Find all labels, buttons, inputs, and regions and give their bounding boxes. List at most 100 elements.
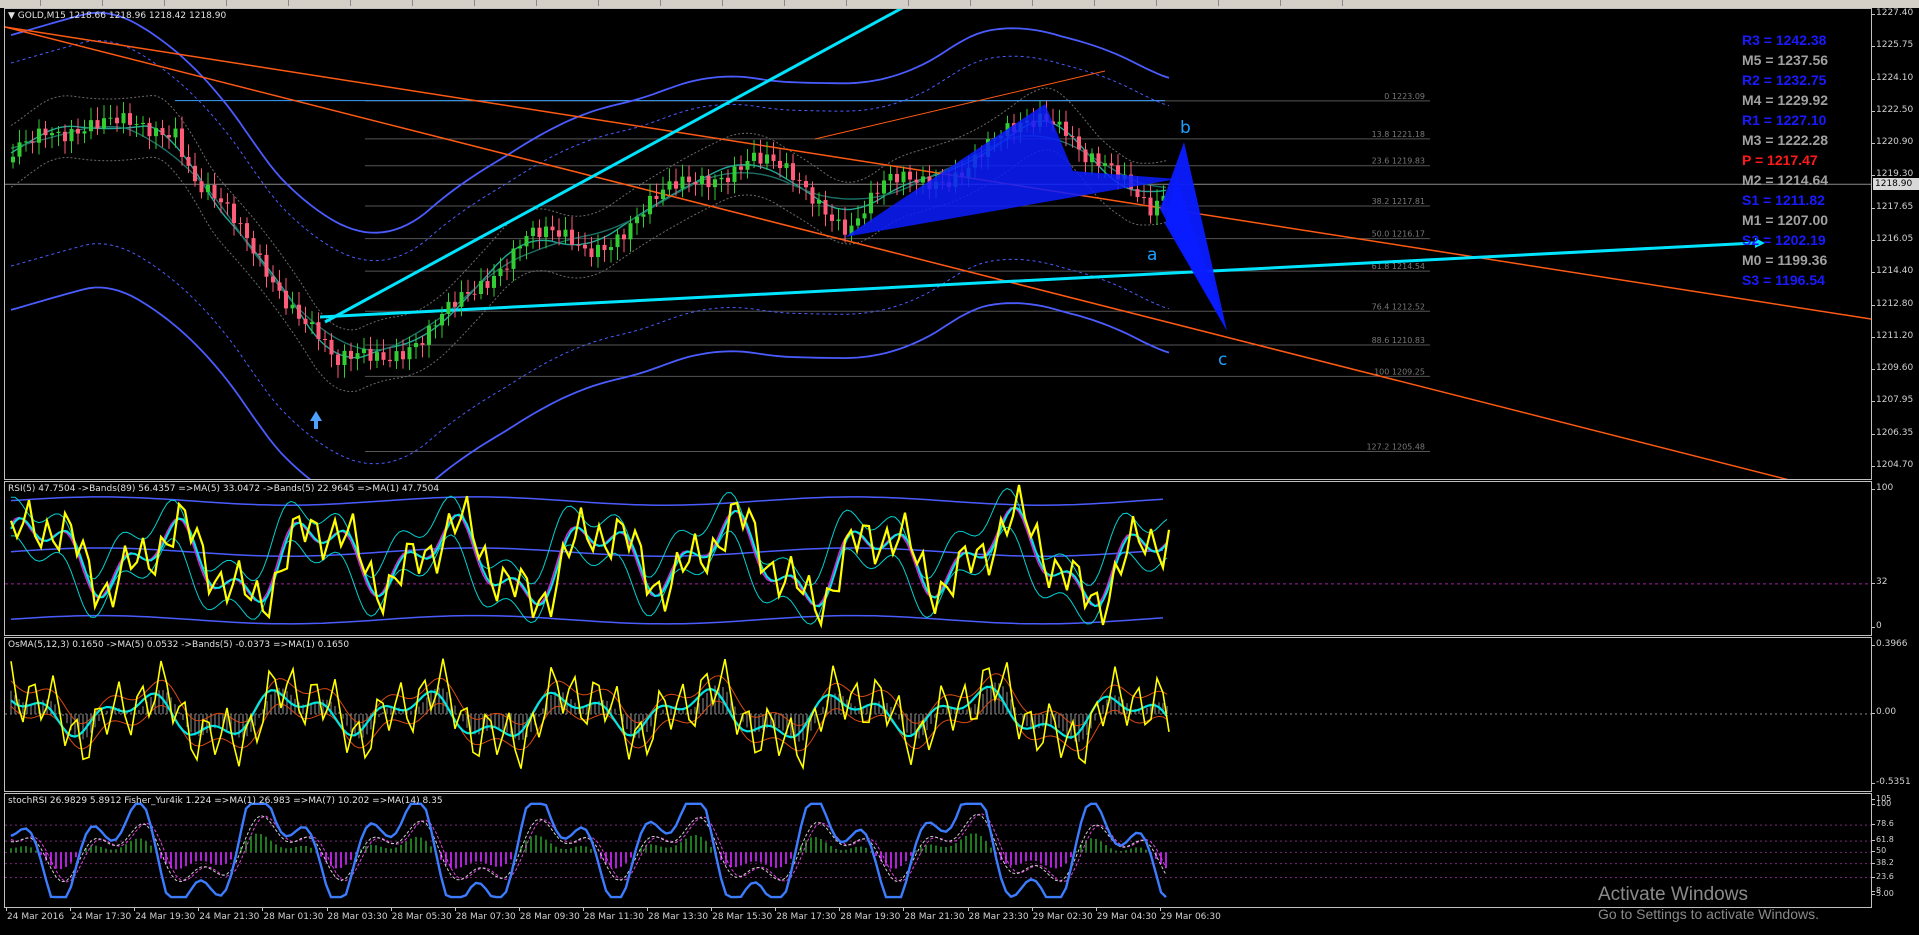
toolbar-tick [102, 0, 103, 6]
candle-body [69, 128, 74, 142]
candle-body [154, 128, 158, 137]
candle-body [1083, 149, 1088, 163]
candle-body [349, 350, 353, 359]
price-axis-label: 1225.75 [1876, 40, 1914, 51]
stochrsi-axis: 105 100 78.6 61.8 50 38.2 23.6 8 5.00 [1872, 793, 1919, 908]
candle-body [875, 192, 880, 194]
time-axis-label: 28 Mar 11:30 [583, 912, 644, 922]
candle-body [459, 292, 464, 307]
candle-body [381, 352, 386, 360]
time-axis-tick [518, 908, 520, 911]
fractal-up-arrow-icon [310, 411, 322, 429]
time-axis-label: 28 Mar 21:30 [904, 912, 965, 922]
stochrsi-axis-tick [1872, 803, 1875, 805]
channel-upper-line [5, 26, 1871, 320]
stochrsi-axis-tick [1872, 862, 1875, 864]
candle-body [836, 219, 841, 221]
candle-body [1096, 153, 1101, 166]
price-axis[interactable]: 1227.40 1225.75 1224.10 1222.50 1220.90 1219.… [1872, 8, 1919, 480]
candle-body [433, 325, 438, 327]
candle-body [368, 348, 373, 361]
toolbar-tick [1156, 0, 1157, 6]
candle-body [401, 351, 405, 360]
toolbar-tick [288, 0, 289, 6]
stochrsi-indicator-pane[interactable]: stochRSI 26.9829 5.8912 Fisher_Yur4ik 1.… [4, 793, 1872, 908]
time-axis-label: 24 Mar 2016 [7, 912, 65, 922]
symbol-label: GOLD,M15 [17, 11, 66, 21]
harmonic-pattern-xab [845, 104, 1177, 237]
time-axis-tick [390, 908, 392, 911]
lower-inner-band-line [10, 243, 1170, 465]
candle-body [758, 152, 763, 164]
price-axis-tick [1872, 369, 1875, 371]
pivot-level: S1 = 1211.82 [1742, 192, 1825, 208]
rsi-lower-band [10, 614, 1164, 625]
time-axis-label: 28 Mar 23:30 [968, 912, 1029, 922]
pivot-levels-panel: R3 = 1242.38 M5 = 1237.56 R2 = 1232.75 M4 =… [1742, 30, 1868, 290]
time-axis-label: 28 Mar 17:30 [776, 912, 837, 922]
time-axis-label: 28 Mar 01:30 [263, 912, 324, 922]
rsi-axis-label: 32 [1876, 576, 1888, 587]
candle-body [615, 234, 620, 248]
candle-body [784, 163, 789, 169]
toolbar-tick [1218, 0, 1219, 6]
candle-body [30, 141, 35, 143]
candle-body [1064, 121, 1068, 136]
candle-body [752, 152, 756, 161]
candle-body [219, 198, 223, 203]
candle-body [329, 339, 334, 355]
candle-body [11, 156, 15, 163]
osma-axis-label: 0.3966 [1876, 639, 1908, 649]
price-axis-label: 1207.95 [1876, 395, 1914, 406]
time-axis: 24 Mar 2016 24 Mar 17:30 24 Mar 19:30 24 Ma… [0, 908, 1872, 935]
price-chart-pane[interactable]: 0 1223.09 13.8 1221.18 23.6 1219.83 38.2 12… [4, 8, 1872, 480]
time-axis-label: 29 Mar 06:30 [1160, 912, 1221, 922]
candle-body [602, 244, 607, 251]
time-axis-label: 28 Mar 13:30 [648, 912, 709, 922]
candle-body [771, 154, 776, 161]
candle-body [667, 181, 672, 190]
time-axis-label: 28 Mar 09:30 [519, 912, 580, 922]
candle-body [479, 281, 483, 295]
current-price-tag: 1218.90 [1873, 178, 1919, 190]
candle-body [1109, 163, 1114, 166]
fib-level-label: 38.2 1217.81 [1372, 197, 1425, 206]
candle-body [89, 120, 93, 132]
candle-body [661, 189, 665, 200]
candle-body [544, 226, 548, 238]
candle-body [173, 128, 178, 138]
candle-body [407, 347, 412, 360]
osma-indicator-pane[interactable]: OsMA(5,12,3) 0.1650 ->MA(5) 0.0532 ->Ban… [4, 637, 1872, 792]
candle-body [511, 248, 516, 269]
candle-body [56, 131, 61, 134]
toolbar-tick [722, 0, 723, 6]
price-axis-label: 1212.80 [1876, 298, 1914, 309]
price-axis-tick [1872, 207, 1875, 209]
candle-body [453, 301, 457, 307]
candle-body [193, 165, 197, 182]
candle-body [914, 179, 919, 183]
candle-body [134, 124, 139, 126]
candle-body [17, 142, 22, 157]
stochrsi-axis-label: 50 [1876, 846, 1887, 856]
candle-body [141, 122, 145, 125]
price-axis-tick [1872, 304, 1875, 306]
candle-body [446, 301, 451, 314]
pivot-level: S2 = 1202.19 [1742, 232, 1826, 248]
candle-body [466, 292, 470, 294]
candle-body [199, 181, 204, 193]
rsi-indicator-pane[interactable]: RSI(5) 47.7504 ->Bands(89) 56.4357 =>MA(… [4, 481, 1872, 636]
fib-level-label: 13.8 1221.18 [1372, 130, 1425, 139]
rsi-upper-band [10, 496, 1164, 506]
time-axis-tick [70, 908, 72, 911]
candle-body [206, 184, 210, 193]
fib-level-label: 100 1209.25 [1374, 367, 1425, 376]
price-axis-label: 1214.40 [1876, 266, 1914, 277]
price-axis-tick [1872, 46, 1875, 48]
candle-body [121, 113, 126, 124]
stochrsi-axis-tick [1872, 840, 1875, 842]
collapse-arrow-icon[interactable]: ▼ [8, 11, 15, 21]
candle-body [128, 113, 132, 125]
candle-body [576, 244, 581, 246]
candle-body [264, 254, 269, 277]
